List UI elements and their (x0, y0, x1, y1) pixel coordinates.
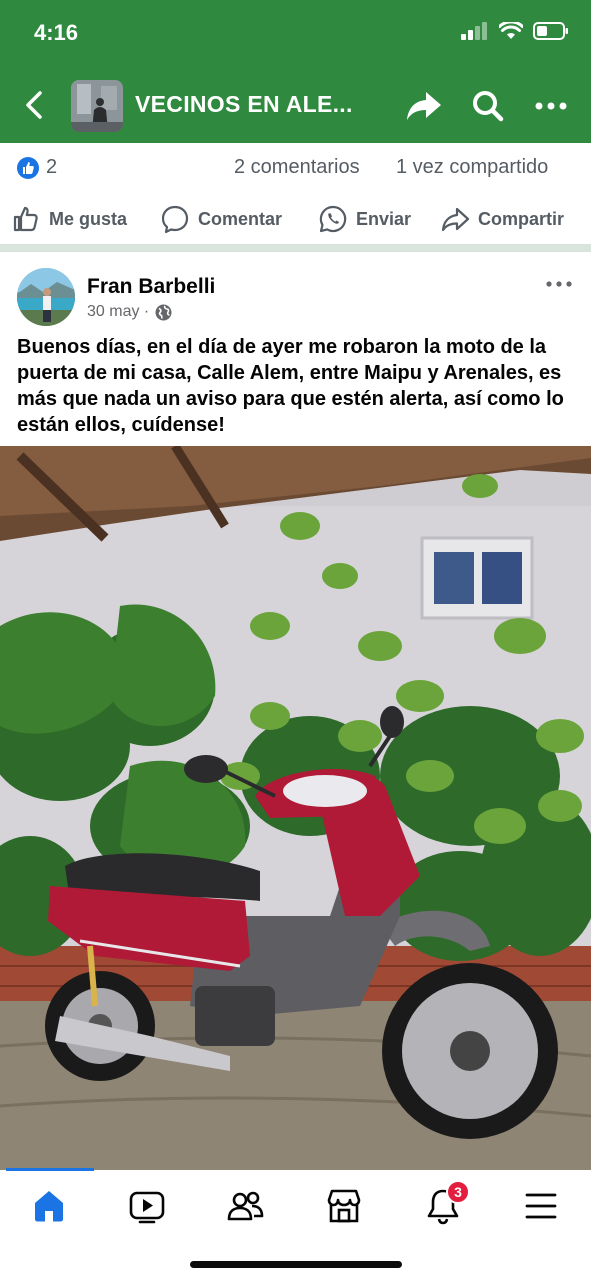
active-tab-indicator (6, 1168, 94, 1171)
back-icon[interactable] (18, 88, 52, 122)
group-nav-bar: VECINOS EN ALE... (0, 72, 591, 140)
video-icon[interactable] (127, 1186, 167, 1226)
post-text: Buenos días, en el día de ayer me robaro… (17, 336, 564, 436)
author-avatar[interactable] (17, 268, 75, 326)
battery-icon (533, 22, 568, 40)
comments-count[interactable]: 2 comentarios (234, 156, 360, 179)
notification-badge: 3 (446, 1180, 470, 1204)
share-arrow-icon[interactable] (404, 86, 444, 126)
engagement-summary: 2 2 comentarios 1 vez compartido (0, 143, 591, 193)
status-icons (461, 22, 569, 40)
marketplace-icon[interactable] (324, 1186, 364, 1226)
whatsapp-icon (319, 205, 347, 233)
like-button[interactable]: Me gusta (11, 203, 127, 235)
friends-icon[interactable] (225, 1186, 265, 1226)
post-photo[interactable] (0, 446, 591, 1170)
group-thumbnail-image (71, 80, 123, 132)
globe-icon (155, 304, 172, 320)
like-icon (13, 206, 38, 232)
send-button[interactable]: Enviar (318, 203, 411, 235)
menu-icon[interactable] (521, 1186, 561, 1226)
post-date: 30 may · (87, 303, 150, 320)
comment-label: Comentar (198, 208, 283, 229)
shares-count[interactable]: 1 vez compartido (396, 156, 548, 179)
post-author[interactable]: Fran Barbelli (87, 275, 215, 299)
group-thumbnail[interactable] (71, 80, 123, 132)
comment-icon (161, 205, 189, 234)
comment-button[interactable]: Comentar (160, 203, 282, 235)
share-label: Compartir (478, 208, 565, 229)
send-label: Enviar (356, 208, 412, 229)
like-reaction-icon[interactable] (17, 157, 39, 179)
like-label: Me gusta (49, 208, 128, 229)
app-header: 4:16 VECINOS EN ALE... (0, 0, 591, 143)
status-time: 4:16 (34, 20, 79, 45)
home-icon[interactable] (29, 1186, 69, 1226)
search-icon[interactable] (468, 86, 508, 126)
share-icon (441, 207, 470, 232)
signal-icon (461, 22, 487, 40)
section-divider (0, 244, 591, 252)
motorcycle-photo (0, 446, 591, 1170)
post-actions: Me gusta Comentar Enviar Compartir (0, 195, 591, 243)
home-indicator (190, 1261, 402, 1268)
wifi-icon (499, 22, 523, 39)
more-icon[interactable] (531, 86, 571, 126)
share-button[interactable]: Compartir (440, 203, 564, 235)
post-more-icon[interactable] (545, 276, 573, 292)
post-meta[interactable]: 30 may · (87, 303, 172, 321)
group-title[interactable]: VECINOS EN ALE... (135, 91, 353, 118)
reaction-count[interactable]: 2 (46, 156, 57, 179)
